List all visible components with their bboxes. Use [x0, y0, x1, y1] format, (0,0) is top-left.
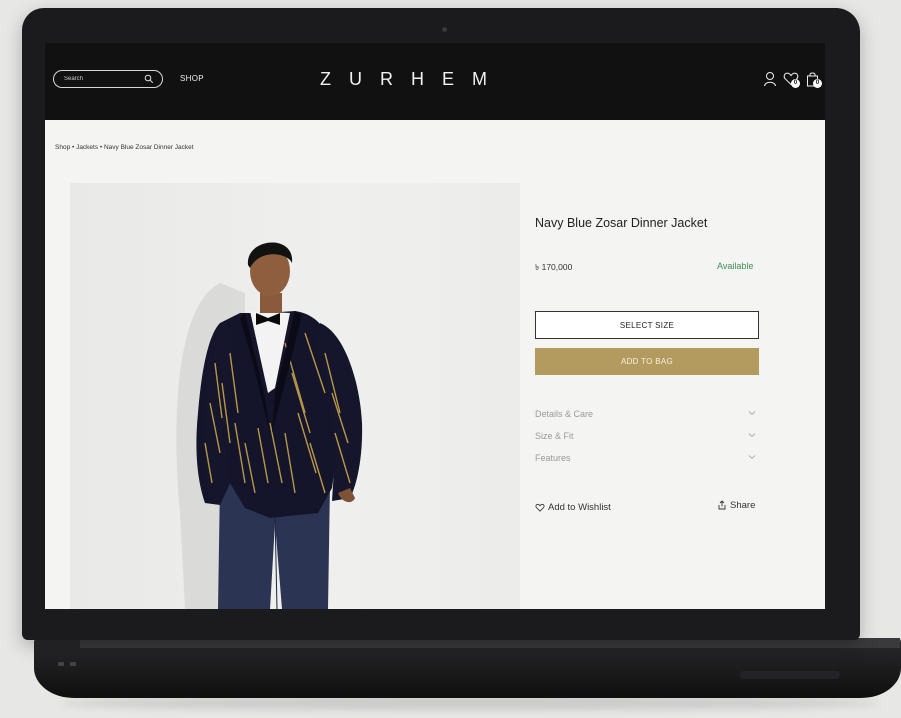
select-size-button[interactable]: SELECT SIZE — [535, 311, 759, 339]
add-to-bag-button[interactable]: ADD TO BAG — [535, 348, 759, 375]
search-input[interactable] — [64, 73, 134, 85]
wishlist-count-badge: 0 — [791, 79, 800, 88]
account-icon[interactable] — [763, 71, 777, 87]
accordion-label: Details & Care — [535, 409, 594, 419]
bag-count-badge: 0 — [813, 79, 822, 88]
laptop-base-notch — [740, 671, 840, 679]
accordion-size-fit[interactable]: Size & Fit — [535, 431, 759, 447]
site-logo[interactable]: ZURHEM — [320, 69, 505, 90]
share-icon — [718, 500, 726, 510]
webcam — [442, 27, 447, 32]
share-label: Share — [730, 500, 756, 511]
wishlist-label: Add to Wishlist — [548, 502, 611, 513]
breadcrumb[interactable]: Shop • Jackets • Navy Blue Zosar Dinner … — [55, 144, 194, 151]
usb-port — [58, 662, 64, 666]
browser-screen: SHOP ZURHEM 0 0 Shop • Jackets • Navy Bl… — [45, 43, 825, 609]
availability-status: Available — [717, 261, 754, 271]
search-icon[interactable] — [144, 74, 154, 84]
product-image[interactable] — [70, 183, 520, 609]
add-to-wishlist-link[interactable]: Add to Wishlist — [535, 502, 611, 513]
usb-port — [70, 662, 76, 666]
chevron-down-icon — [748, 433, 756, 438]
model-in-jacket-illustration — [176, 242, 363, 609]
laptop-shadow — [60, 696, 880, 710]
site-header: SHOP ZURHEM 0 0 — [45, 43, 825, 120]
accordion-features[interactable]: Features — [535, 453, 759, 469]
accordion-label: Size & Fit — [535, 431, 574, 441]
heart-icon — [535, 503, 545, 512]
search-box[interactable] — [53, 70, 163, 88]
chevron-down-icon — [748, 411, 756, 416]
accordion-details-care[interactable]: Details & Care — [535, 409, 759, 425]
product-price: ৳ 170,000 — [535, 262, 573, 272]
nav-shop-link[interactable]: SHOP — [180, 74, 204, 83]
accordion-label: Features — [535, 453, 571, 463]
chevron-down-icon — [748, 455, 756, 460]
share-link[interactable]: Share — [717, 500, 755, 511]
product-title: Navy Blue Zosar Dinner Jacket — [535, 216, 708, 230]
